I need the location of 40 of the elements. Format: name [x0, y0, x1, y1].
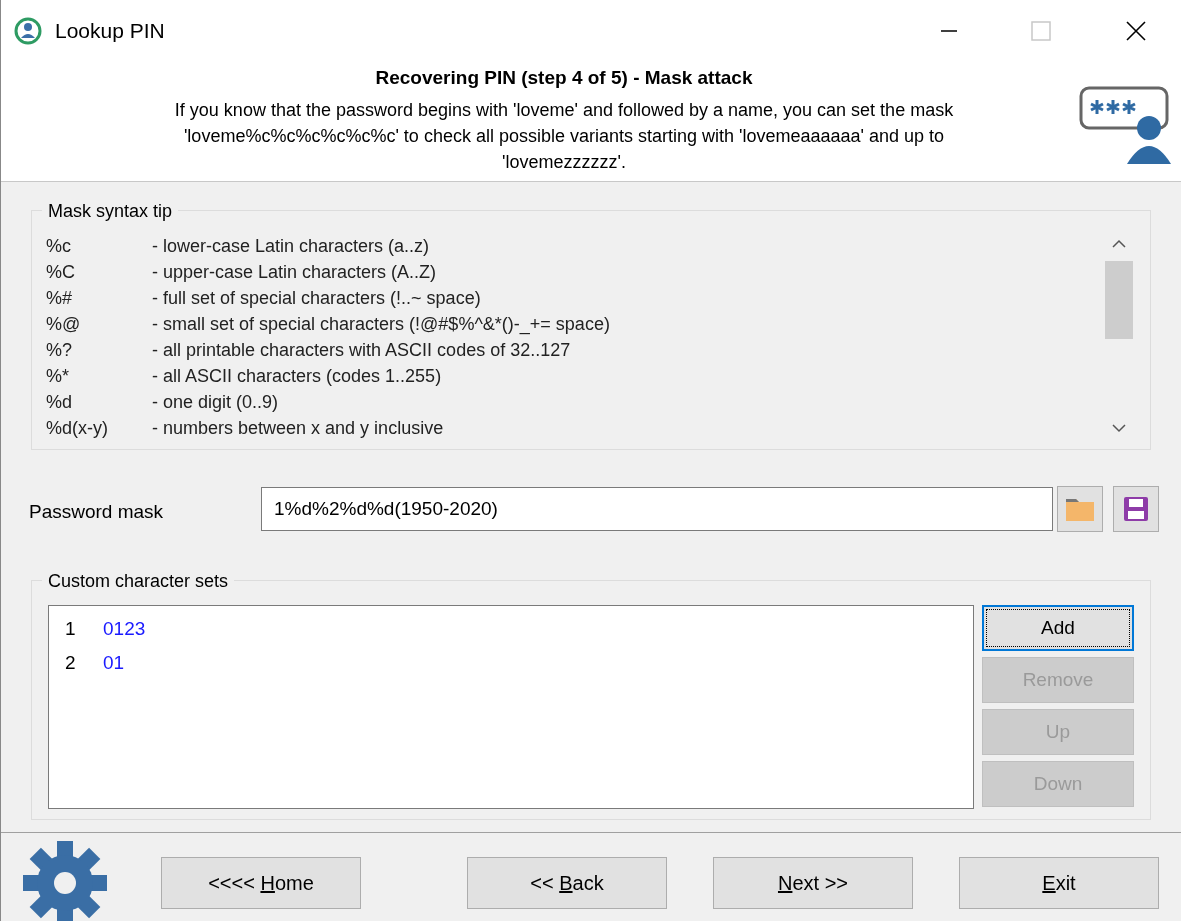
mask-description: - one digit (0..9) — [152, 390, 279, 414]
password-mask-label: Password mask — [29, 499, 165, 524]
navigation-button[interactable]: <<<< Home — [161, 857, 361, 909]
save-button[interactable] — [1113, 486, 1159, 532]
save-icon — [1122, 495, 1150, 523]
list-action-button[interactable]: Add — [982, 605, 1134, 651]
mask-code: %d — [45, 390, 73, 414]
mask-description: - all printable characters with ASCII codes of 32..127 — [152, 338, 571, 362]
set-characters[interactable]: 0123 — [103, 614, 146, 644]
mask-code: %@ — [45, 312, 82, 336]
mask-code: %C — [45, 260, 76, 284]
scroll-down-icon[interactable] — [1112, 423, 1126, 433]
mask-description: - small set of special characters (!@#$%^&*()-_+= space) — [152, 312, 610, 337]
close-icon[interactable] — [1125, 20, 1147, 42]
mask-description: - full set of special characters (!..~ space) — [152, 286, 481, 310]
character-set-list[interactable]: 1 0123 2 01 — [48, 605, 974, 809]
scroll-up-icon[interactable] — [1112, 239, 1126, 249]
mask-description: - numbers between x and y inclusive — [152, 416, 444, 440]
mask-code: %d(x-y) — [45, 416, 109, 440]
mask-code: %c — [45, 234, 72, 258]
set-number: 2 — [65, 650, 77, 675]
password-user-icon — [1077, 84, 1173, 164]
step-title: Recovering PIN (step 4 of 5) - Mask attack — [375, 66, 753, 90]
step-description: If you know that the password begins with 'loveme' and followed by a name, you can set the mask 'loveme%c%c%c%c%c%c' to check all possible variants starting with 'lovemeaaaaaa' and up to 'lovemezzzzzz'. — [173, 98, 955, 174]
mask-description: - upper-case Latin characters (A..Z) — [152, 260, 437, 284]
folder-icon — [1065, 496, 1095, 522]
mask-code: %* — [45, 364, 70, 388]
mask-code: %# — [45, 286, 73, 310]
navigation-button[interactable]: << Back — [467, 857, 667, 909]
password-mask-input[interactable]: 1%d%2%d%d(1950-2020) — [261, 487, 1053, 531]
set-number: 1 — [65, 616, 77, 641]
mask-description: - lower-case Latin characters (a..z) — [152, 234, 430, 258]
mask-description: - all ASCII characters (codes 1..255) — [152, 364, 442, 388]
set-characters[interactable]: 01 — [103, 648, 125, 678]
navigation-button[interactable]: Exit — [959, 857, 1159, 909]
window-title: Lookup PIN — [55, 18, 165, 45]
navigation-button[interactable]: Next >> — [713, 857, 913, 909]
mask-code: %? — [45, 338, 73, 362]
app-logo-icon — [13, 16, 43, 46]
scroll-thumb[interactable] — [1105, 261, 1133, 339]
